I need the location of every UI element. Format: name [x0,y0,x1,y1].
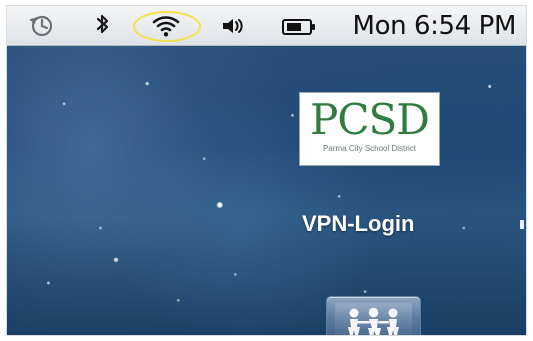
family-group-icon[interactable] [327,297,420,335]
bluetooth-icon[interactable] [91,6,115,46]
desktop-background [7,46,526,335]
volume-icon[interactable] [218,6,248,46]
pcsd-logo-subtext: Parma City School District [323,144,416,153]
vpn-login-label[interactable]: VPN-Login [302,211,414,237]
menu-bar: Mon 6:54 PM [7,6,526,46]
wifi-icon[interactable] [143,6,189,46]
battery-icon[interactable] [277,6,323,46]
time-machine-icon[interactable] [25,6,59,46]
pcsd-logo-mark: PCSD [310,95,430,144]
menu-clock[interactable]: Mon 6:54 PM [353,6,517,46]
pcsd-logo-card: PCSD Parma City School District [299,92,440,166]
screenshot-frame: Mon 6:54 PM PCSD Parma City School Distr… [6,5,527,336]
right-edge-fragment [520,220,524,229]
